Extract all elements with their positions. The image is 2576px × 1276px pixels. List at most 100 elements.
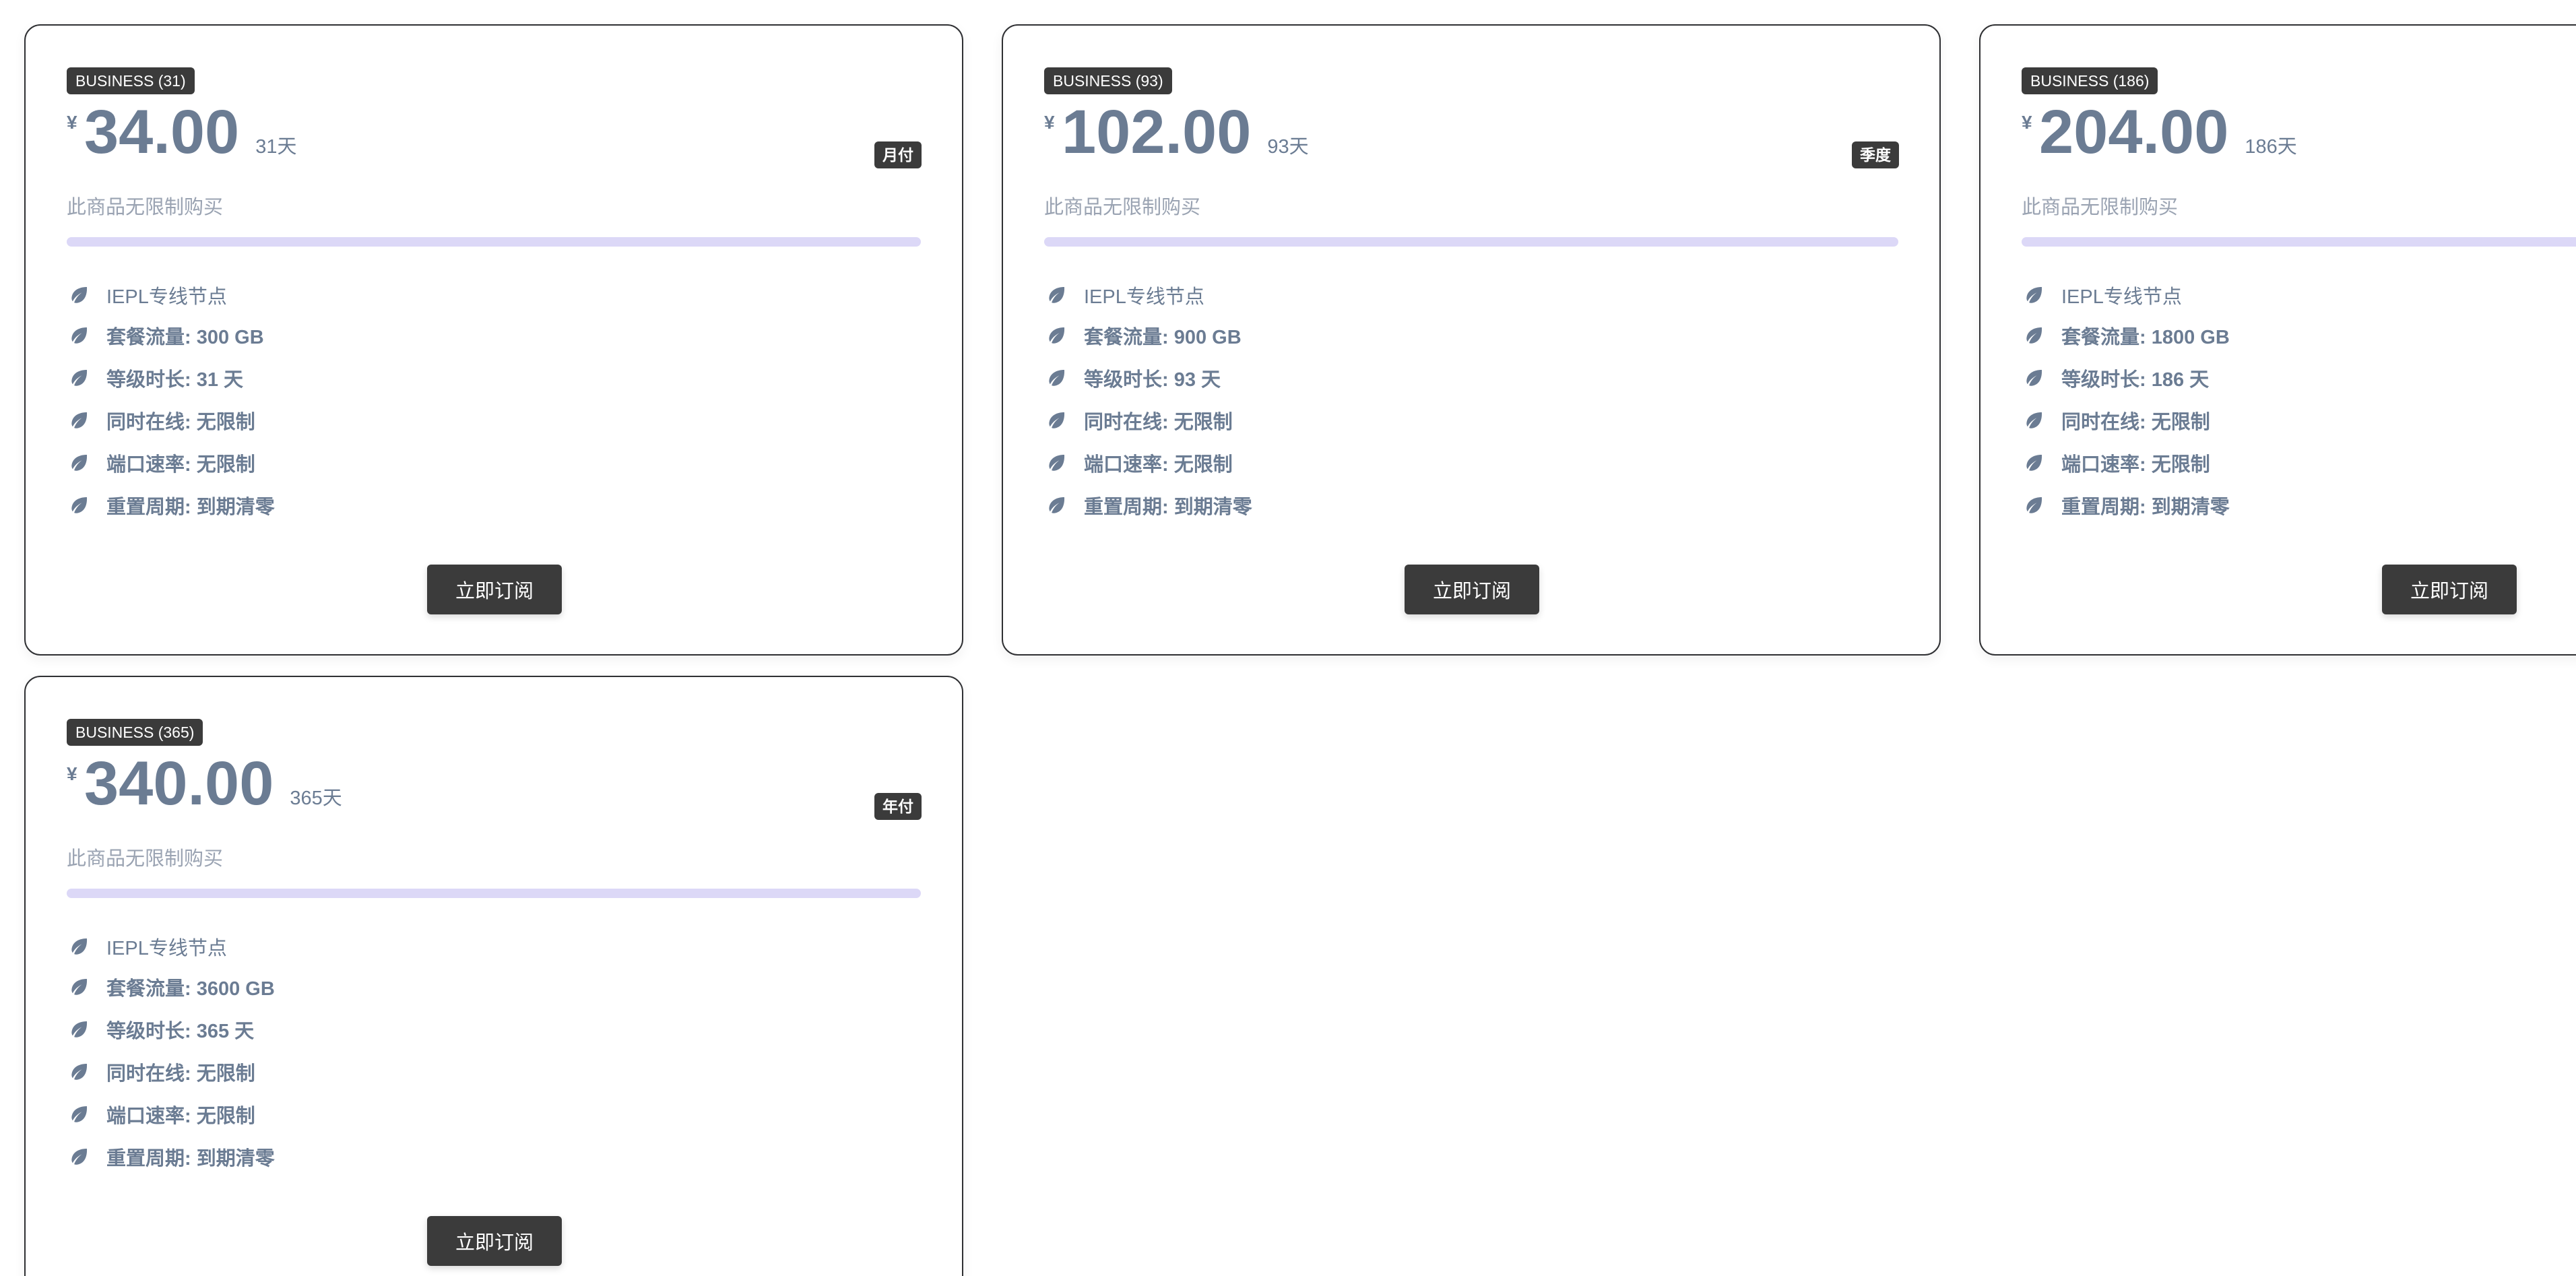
feature-text: IEPL专线节点 <box>106 286 227 308</box>
subscribe-button[interactable]: 立即订阅 <box>1405 565 1539 614</box>
period-badge: 月付 <box>874 141 922 168</box>
feature-list: IEPL专线节点 套餐流量: 300 GB 等级时长: 31 天 同时在线: 无… <box>67 276 275 526</box>
stock-progress-fill <box>67 237 921 247</box>
feature-item-reset-cycle: 重置周期: 到期清零 <box>67 484 275 526</box>
feature-item-port-speed: 端口速率: 无限制 <box>67 1093 275 1135</box>
plan-price: 34.00 <box>84 98 240 166</box>
plan-price-row: 340.00 365天 <box>84 753 342 815</box>
feature-text: 套餐流量: 300 GB <box>106 326 264 348</box>
plan-duration: 93天 <box>1267 136 1309 158</box>
plan-price: 102.00 <box>1062 98 1252 166</box>
purchase-limit-text: 此商品无限制购买 <box>67 848 224 870</box>
plan-price: 204.00 <box>2039 98 2229 166</box>
leaf-icon <box>1044 408 1068 433</box>
feature-item-traffic: 套餐流量: 900 GB <box>1044 314 1252 356</box>
subscribe-button[interactable]: 立即订阅 <box>427 565 562 614</box>
feature-text: 重置周期: 到期清零 <box>106 1147 275 1170</box>
feature-text: 套餐流量: 900 GB <box>1084 326 1242 348</box>
plans-page: BUSINESS (31) ¥ 34.00 31天 月付 此商品无限制购买 IE… <box>0 0 2576 1276</box>
leaf-icon <box>1044 323 1068 348</box>
currency-symbol: ¥ <box>67 763 77 784</box>
currency-symbol: ¥ <box>67 112 77 133</box>
feature-item-level-duration: 等级时长: 365 天 <box>67 1008 275 1050</box>
currency-symbol: ¥ <box>2022 112 2032 133</box>
plan-price-row: 34.00 31天 <box>84 101 297 163</box>
feature-text: 端口速率: 无限制 <box>2061 453 2210 476</box>
feature-text: IEPL专线节点 <box>2061 286 2182 308</box>
leaf-icon <box>67 1060 91 1084</box>
purchase-limit-text: 此商品无限制购买 <box>2022 197 2179 218</box>
leaf-icon <box>1044 366 1068 390</box>
feature-text: 同时在线: 无限制 <box>2061 411 2210 433</box>
leaf-icon <box>2022 366 2046 390</box>
leaf-icon <box>67 975 91 999</box>
purchase-limit-text: 此商品无限制购买 <box>1044 197 1201 218</box>
feature-item-node: IEPL专线节点 <box>1044 276 1252 314</box>
feature-text: 端口速率: 无限制 <box>106 1105 255 1127</box>
feature-item-level-duration: 等级时长: 186 天 <box>2022 356 2230 399</box>
plan-duration: 31天 <box>255 136 297 158</box>
feature-text: 同时在线: 无限制 <box>1084 411 1233 433</box>
feature-text: 重置周期: 到期清零 <box>1084 496 1252 518</box>
feature-item-traffic: 套餐流量: 300 GB <box>67 314 275 356</box>
feature-item-node: IEPL专线节点 <box>67 276 275 314</box>
feature-item-level-duration: 等级时长: 31 天 <box>67 356 275 399</box>
leaf-icon <box>67 1017 91 1042</box>
leaf-icon <box>67 408 91 433</box>
feature-item-traffic: 套餐流量: 3600 GB <box>67 965 275 1008</box>
feature-item-reset-cycle: 重置周期: 到期清零 <box>67 1135 275 1178</box>
purchase-limit-text: 此商品无限制购买 <box>67 197 224 218</box>
feature-text: 等级时长: 93 天 <box>1084 369 1221 391</box>
feature-text: 重置周期: 到期清零 <box>2061 496 2230 518</box>
stock-progress-fill <box>1044 237 1898 247</box>
leaf-icon <box>2022 493 2046 517</box>
plan-card: BUSINESS (365) ¥ 340.00 365天 年付 此商品无限制购买… <box>24 676 963 1276</box>
stock-progress-bar <box>67 889 921 898</box>
leaf-icon <box>67 493 91 517</box>
leaf-icon <box>67 366 91 390</box>
feature-item-node: IEPL专线节点 <box>67 928 275 965</box>
stock-progress-bar <box>2022 237 2576 247</box>
feature-item-node: IEPL专线节点 <box>2022 276 2230 314</box>
plan-card: BUSINESS (31) ¥ 34.00 31天 月付 此商品无限制购买 IE… <box>24 24 963 656</box>
feature-item-traffic: 套餐流量: 1800 GB <box>2022 314 2230 356</box>
feature-text: 套餐流量: 3600 GB <box>106 978 275 1000</box>
feature-item-online: 同时在线: 无限制 <box>1044 399 1252 441</box>
stock-progress-fill <box>2022 237 2576 247</box>
currency-symbol: ¥ <box>1044 112 1055 133</box>
plan-name-tag: BUSINESS (93) <box>1044 67 1172 94</box>
feature-item-level-duration: 等级时长: 93 天 <box>1044 356 1252 399</box>
feature-item-port-speed: 端口速率: 无限制 <box>67 441 275 484</box>
feature-text: 等级时长: 186 天 <box>2061 369 2210 391</box>
period-badge: 年付 <box>874 793 922 820</box>
feature-item-online: 同时在线: 无限制 <box>2022 399 2230 441</box>
stock-progress-bar <box>67 237 921 247</box>
feature-text: IEPL专线节点 <box>106 938 227 959</box>
subscribe-button[interactable]: 立即订阅 <box>427 1216 562 1266</box>
plan-card: BUSINESS (93) ¥ 102.00 93天 季度 此商品无限制购买 I… <box>1002 24 1941 656</box>
leaf-icon <box>67 1102 91 1126</box>
plan-name-tag: BUSINESS (31) <box>67 67 195 94</box>
plan-duration: 365天 <box>290 788 342 809</box>
plan-price: 340.00 <box>84 749 274 818</box>
feature-text: 端口速率: 无限制 <box>106 453 255 476</box>
leaf-icon <box>2022 323 2046 348</box>
leaf-icon <box>67 1145 91 1169</box>
leaf-icon <box>67 934 91 959</box>
leaf-icon <box>1044 493 1068 517</box>
feature-list: IEPL专线节点 套餐流量: 1800 GB 等级时长: 186 天 同时在线:… <box>2022 276 2230 526</box>
plan-card: BUSINESS (186) ¥ 204.00 186天 此商品无限制购买 IE… <box>1979 24 2576 656</box>
subscribe-button[interactable]: 立即订阅 <box>2382 565 2517 614</box>
stock-progress-bar <box>1044 237 1898 247</box>
period-badge: 季度 <box>1852 141 1899 168</box>
leaf-icon <box>2022 283 2046 307</box>
feature-list: IEPL专线节点 套餐流量: 3600 GB 等级时长: 365 天 同时在线:… <box>67 928 275 1178</box>
leaf-icon <box>2022 408 2046 433</box>
feature-item-port-speed: 端口速率: 无限制 <box>1044 441 1252 484</box>
leaf-icon <box>67 323 91 348</box>
leaf-icon <box>1044 451 1068 475</box>
feature-item-port-speed: 端口速率: 无限制 <box>2022 441 2230 484</box>
feature-text: 套餐流量: 1800 GB <box>2061 326 2230 348</box>
plan-duration: 186天 <box>2245 136 2297 158</box>
feature-item-reset-cycle: 重置周期: 到期清零 <box>2022 484 2230 526</box>
